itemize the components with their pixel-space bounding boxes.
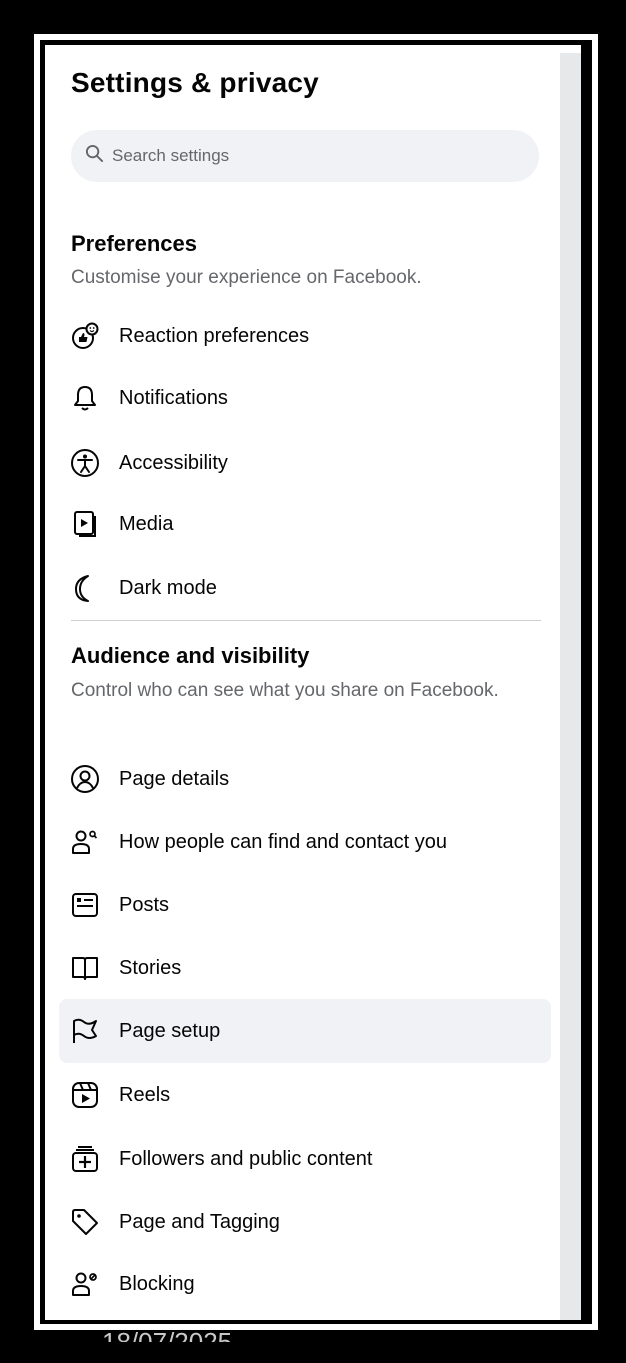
reels-icon xyxy=(69,1079,101,1111)
search-placeholder: Search settings xyxy=(112,146,230,165)
date-stamp: 18/07/2025 xyxy=(102,1327,233,1342)
menu-item-label: Blocking xyxy=(119,1272,195,1295)
menu-item-reaction-preferences[interactable]: Reaction preferences xyxy=(59,304,551,368)
media-icon xyxy=(69,508,101,540)
moon-icon xyxy=(69,572,101,604)
section-title-audience: Audience and visibility xyxy=(71,643,310,668)
tag-icon xyxy=(69,1206,101,1238)
menu-item-posts[interactable]: Posts xyxy=(59,873,551,937)
flag-icon xyxy=(69,1015,101,1047)
menu-item-label: Page details xyxy=(119,767,230,790)
menu-item-page-tagging[interactable]: Page and Tagging xyxy=(59,1190,551,1254)
menu-item-label: Media xyxy=(119,512,174,535)
menu-item-label: Followers and public content xyxy=(119,1147,373,1170)
menu-item-followers[interactable]: Followers and public content xyxy=(59,1127,551,1191)
menu-item-label: Notifications xyxy=(119,386,228,409)
menu-item-dark-mode[interactable]: Dark mode xyxy=(59,556,551,620)
settings-panel: Settings & privacy Search settings Prefe… xyxy=(45,45,581,1320)
menu-item-label: Reaction preferences xyxy=(119,324,310,347)
scrollbar-track[interactable] xyxy=(560,53,581,1320)
search-icon xyxy=(85,144,104,168)
section-subtitle-preferences: Customise your experience on Facebook. xyxy=(71,267,422,288)
section-title-preferences: Preferences xyxy=(71,231,197,256)
menu-item-label: Page setup xyxy=(119,1019,221,1042)
menu-item-label: Accessibility xyxy=(119,451,228,474)
menu-item-page-setup[interactable]: Page setup xyxy=(59,999,551,1063)
menu-item-label: Reels xyxy=(119,1083,171,1106)
menu-item-accessibility[interactable]: Accessibility xyxy=(59,431,551,495)
menu-item-find-contact[interactable]: How people can find and contact you xyxy=(59,810,551,874)
section-subtitle-audience: Control who can see what you share on Fa… xyxy=(71,680,499,701)
posts-icon xyxy=(69,889,101,921)
blocking-icon xyxy=(69,1268,101,1300)
menu-item-notifications[interactable]: Notifications xyxy=(59,366,551,430)
menu-item-reels[interactable]: Reels xyxy=(59,1063,551,1127)
menu-item-label: Dark mode xyxy=(119,576,217,599)
menu-item-page-details[interactable]: Page details xyxy=(59,747,551,811)
page-title: Settings & privacy xyxy=(71,67,319,98)
find-people-icon xyxy=(69,826,101,858)
menu-item-blocking[interactable]: Blocking xyxy=(59,1252,551,1316)
accessibility-icon xyxy=(69,447,101,479)
followers-icon xyxy=(69,1143,101,1175)
book-icon xyxy=(69,952,101,984)
section-divider xyxy=(71,620,541,621)
bell-icon xyxy=(69,382,101,414)
menu-item-label: Page and Tagging xyxy=(119,1210,280,1233)
reaction-icon xyxy=(69,320,101,352)
menu-item-label: Stories xyxy=(119,956,182,979)
menu-item-stories[interactable]: Stories xyxy=(59,936,551,1000)
user-circle-icon xyxy=(69,763,101,795)
menu-item-media[interactable]: Media xyxy=(59,492,551,556)
menu-item-label: How people can find and contact you xyxy=(119,830,447,853)
search-input[interactable]: Search settings xyxy=(71,130,539,182)
menu-item-label: Posts xyxy=(119,893,170,916)
